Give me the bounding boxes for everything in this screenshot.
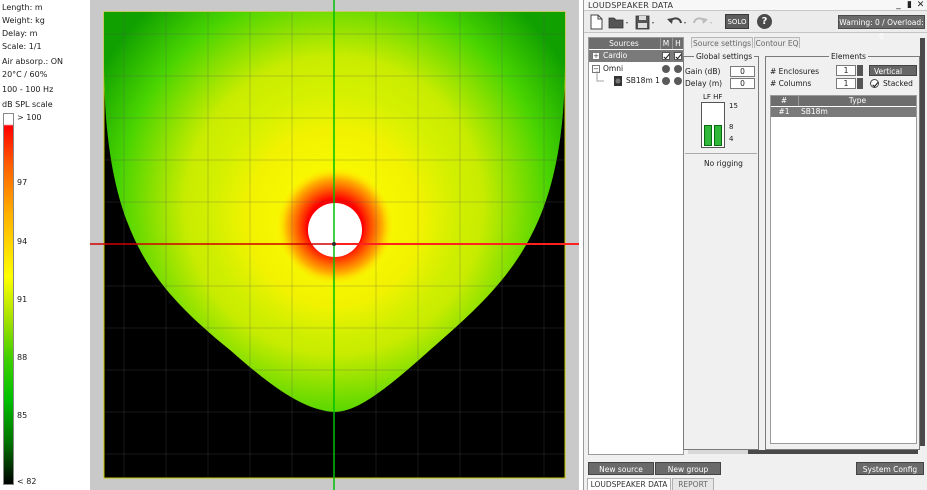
horizontal-scrollbar[interactable] [748,450,918,454]
scale-tick: 97 [17,178,28,187]
source-item-cardio[interactable]: + Cardio [589,50,683,62]
lf-meter-bar [704,125,712,146]
scale-tick: 94 [17,237,28,246]
tab-contour-eq[interactable]: Contour EQ [754,37,800,48]
columns-input[interactable]: 1 [836,78,856,89]
elements-table-header: # Type [771,96,916,106]
panel-title: LOUDSPEAKER DATA [588,1,674,10]
lf-hf-label: LF HF [703,93,723,101]
table-row[interactable]: #1 SB18m [771,107,916,117]
warning-status[interactable]: Warning: 0 / Overload: 0 [838,15,925,41]
stacked-label: Stacked [883,79,913,88]
orientation-select[interactable]: Vertical [869,65,917,76]
new-source-button[interactable]: New source [588,462,654,475]
columns-stepper[interactable] [857,78,863,89]
delay-label: Delay (m) [685,79,723,88]
save-icon[interactable] [635,14,657,30]
elements-title: Elements [829,52,868,61]
delay-input[interactable]: 0 [730,78,755,89]
length-unit: Length: m [2,3,43,12]
column-header-type: Type [798,96,916,106]
stacked-checkbox[interactable] [870,79,879,88]
enclosures-stepper[interactable] [857,65,863,76]
scale-tick: 88 [17,353,28,362]
expand-icon[interactable]: + [592,52,600,60]
scale-tick-bottom: < 82 [17,477,37,486]
element-number: #1 [778,107,790,116]
meter-tick: 15 [729,102,738,110]
scale-tick-top: > 100 [17,113,42,122]
system-config-button[interactable]: System Config [856,462,924,475]
tree-connector [596,71,604,82]
redo-icon[interactable] [692,14,714,30]
open-folder-icon[interactable] [608,14,630,30]
panel-title-bar[interactable]: LOUDSPEAKER DATA _ ▮ ✕ [584,0,927,11]
hf-meter-bar [714,125,722,146]
spl-color-scale [3,113,14,485]
meter-tick: 4 [729,135,734,143]
help-button[interactable]: ? [757,14,772,29]
toolbar: SOLO ? Warning: 0 / Overload: 0 [584,11,927,41]
elements-table: # Type #1 SB18m [770,95,917,444]
level-meter [701,102,725,148]
scale-tick: 91 [17,295,28,304]
source-label: SB18m 1 [626,76,660,85]
pin-button[interactable]: ▮ [904,0,915,10]
source-label: Cardio [603,51,628,60]
gain-label: Gain (dB) [685,67,721,76]
sources-list[interactable]: Sources M H + Cardio − Omni SB18m 1 [588,37,684,455]
meter-tick: 8 [729,123,734,131]
source-marker[interactable] [332,242,336,246]
element-type: SB18m [801,107,828,116]
tab-loudspeaker-data[interactable]: LOUDSPEAKER DATA [587,478,671,490]
minimize-button[interactable]: _ [893,0,904,10]
hide-checkbox[interactable] [674,52,682,60]
subwoofer-icon [614,76,622,86]
coverage-peak [308,203,362,257]
new-file-icon[interactable] [589,14,603,30]
tab-report[interactable]: REPORT [672,478,714,490]
hide-column-header: H [672,38,683,49]
frequency-range: 100 - 100 Hz [2,85,54,94]
scale-value: Scale: 1/1 [2,42,42,51]
mute-checkbox[interactable] [662,52,670,60]
scale-tick: 85 [17,411,28,420]
temperature-humidity: 20°C / 60% [2,70,48,79]
tab-source-settings[interactable]: Source settings [691,37,753,48]
mute-toggle[interactable] [662,77,670,85]
enclosures-label: # Enclosures [770,67,820,76]
global-settings-title: Global settings [694,52,755,61]
new-group-button[interactable]: New group [655,462,721,475]
rigging-status: No rigging [704,159,743,168]
undo-icon[interactable] [666,14,688,30]
source-item-sb18m[interactable]: SB18m 1 [589,71,683,87]
mute-toggle[interactable] [662,65,670,73]
gain-input[interactable]: 0 [730,66,755,77]
close-button[interactable]: ✕ [915,0,926,10]
hide-toggle[interactable] [674,77,682,85]
sources-header-title: Sources [609,39,639,48]
sources-header: Sources M H [589,38,683,49]
spl-map[interactable] [90,0,579,490]
spl-map-view[interactable] [90,0,579,490]
delay-unit: Delay: m [2,29,38,38]
info-column: Length: m Weight: kg Delay: m Scale: 1/1… [0,0,90,490]
column-header-number: # [780,96,788,105]
solo-button[interactable]: SOLO [725,14,749,29]
vertical-scrollbar[interactable] [920,38,925,446]
spl-scale-title: dB SPL scale [2,100,53,109]
divider [685,153,757,154]
air-absorption: Air absorp.: ON [2,57,63,66]
loudspeaker-panel: LOUDSPEAKER DATA _ ▮ ✕ SOLO ? Warning: 0… [583,0,927,490]
columns-label: # Columns [770,79,812,88]
mute-column-header: M [660,38,671,49]
weight-unit: Weight: kg [2,16,45,25]
enclosures-input[interactable]: 1 [836,65,856,76]
hide-toggle[interactable] [674,65,682,73]
